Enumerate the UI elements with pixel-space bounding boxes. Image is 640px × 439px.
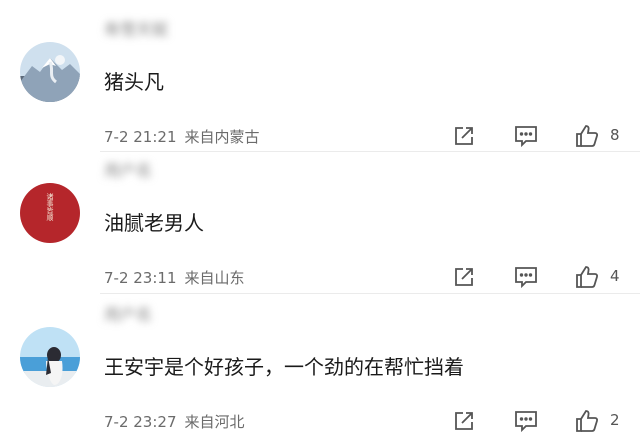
comment-time: 7-2 21:21 <box>104 128 177 146</box>
comment-item: 诸事皆顺 用户名 油腻老男人 7-2 23:11 来自山东 4 <box>0 153 640 295</box>
avatar-text: 诸事皆顺 <box>46 192 54 222</box>
comment-time: 7-2 23:11 <box>104 269 177 287</box>
comment-location: 来自山东 <box>184 269 245 287</box>
share-button[interactable] <box>450 407 478 435</box>
username[interactable]: 用户名 <box>104 297 294 333</box>
divider <box>100 151 640 152</box>
reply-button[interactable] <box>512 263 540 291</box>
like-button[interactable] <box>573 407 601 435</box>
like-count: 8 <box>610 126 620 144</box>
reply-button[interactable] <box>512 407 540 435</box>
comment-location: 来自河北 <box>184 413 245 431</box>
reply-button[interactable] <box>512 122 540 150</box>
username[interactable]: 用户名 <box>104 153 294 189</box>
thumbs-up-icon <box>576 266 599 288</box>
comment-icon <box>515 267 537 289</box>
avatar[interactable] <box>20 327 80 387</box>
comment-item: 寿雪天赋 猪头凡 7-2 21:21 来自内蒙古 8 <box>0 12 640 154</box>
divider <box>100 293 640 294</box>
thumbs-up-icon <box>576 410 599 432</box>
avatar[interactable]: 诸事皆顺 <box>20 183 80 243</box>
like-count: 4 <box>610 267 620 285</box>
comment-icon <box>515 126 537 148</box>
comment-meta: 7-2 23:11 来自山东 <box>104 267 245 288</box>
comment-location: 来自内蒙古 <box>184 128 260 146</box>
comment-icon <box>515 411 537 433</box>
share-icon <box>455 412 473 430</box>
comment-meta: 7-2 21:21 来自内蒙古 <box>104 126 260 147</box>
avatar[interactable] <box>20 42 80 102</box>
comment-text: 猪头凡 <box>104 70 164 94</box>
thumbs-up-icon <box>576 125 599 147</box>
like-count: 2 <box>610 411 620 429</box>
username[interactable]: 寿雪天赋 <box>104 12 294 48</box>
share-icon <box>455 127 473 145</box>
share-button[interactable] <box>450 263 478 291</box>
comment-time: 7-2 23:27 <box>104 413 177 431</box>
share-button[interactable] <box>450 122 478 150</box>
comment-text: 油腻老男人 <box>104 211 204 235</box>
share-icon <box>455 268 473 286</box>
comment-text: 王安宇是个好孩子，一个劲的在帮忙挡着 <box>104 355 464 379</box>
comment-item: 用户名 王安宇是个好孩子，一个劲的在帮忙挡着 7-2 23:27 来自河北 2 <box>0 297 640 439</box>
like-button[interactable] <box>573 122 601 150</box>
like-button[interactable] <box>573 263 601 291</box>
